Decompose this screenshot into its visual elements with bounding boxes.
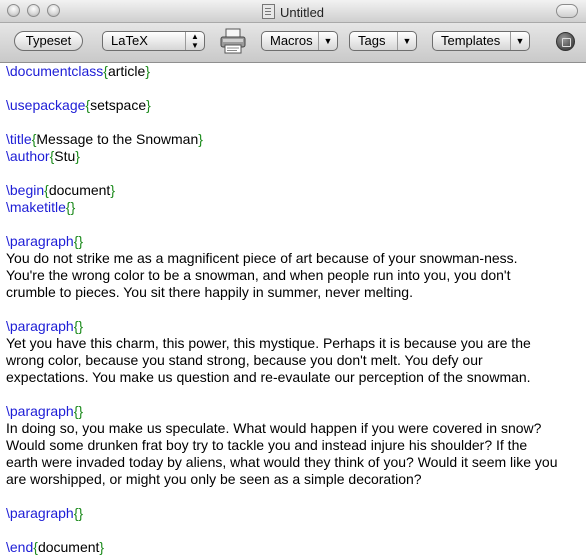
source-line: are worshipped, or might you only be see… [6,471,422,487]
macros-menu-button[interactable]: Macros ▼ [261,31,338,51]
command-argument: article [107,63,146,79]
brace: } [110,182,116,198]
source-line: \author{Stu} [6,148,80,165]
brace: } [146,97,151,113]
source-line: earth were invaded today by aliens, what… [6,454,558,470]
brace: } [75,148,80,164]
latex-command: \documentclass [6,63,104,79]
macros-label: Macros [270,33,313,48]
source-line: \paragraph{} [6,505,83,522]
source-line: \end{document} [6,539,104,556]
typeset-button[interactable]: Typeset [14,31,83,51]
command-argument: Stu [54,148,76,164]
source-text-area[interactable]: \documentclass{article} \usepackage{sets… [0,63,586,556]
source-line: You do not strike me as a magnificent pi… [6,250,518,266]
templates-label: Templates [441,33,501,48]
latex-command: \end [6,539,34,555]
title-bar: Untitled [0,0,586,23]
source-line: Yet you have this charm, this power, thi… [6,335,531,351]
tags-menu-button[interactable]: Tags ▼ [349,31,417,51]
toolbar: Typeset LaTeX ▲ ▼ Macros ▼ Tags ▼ Templat… [0,23,586,63]
source-line: \begin{document} [6,182,115,199]
print-button[interactable] [218,26,248,56]
source-line: \title{Message to the Snowman} [6,131,203,148]
command-argument: document [37,539,100,555]
source-line: \maketitle{} [6,199,75,216]
stop-typeset-button[interactable] [556,32,575,51]
latex-command: \paragraph [6,233,74,249]
templates-menu-button[interactable]: Templates ▼ [432,31,530,51]
source-line: In doing so, you make us speculate. What… [6,420,542,436]
source-line: Would some drunken frat boy try to tackl… [6,437,528,453]
source-line: \paragraph{} [6,318,83,335]
brace: } [78,403,84,419]
editor-window: Untitled Typeset LaTeX ▲ ▼ Macros ▼ Tags … [0,0,586,556]
latex-command: \paragraph [6,505,74,521]
format-select[interactable]: LaTeX ▲ ▼ [102,31,205,51]
brace: } [99,539,105,555]
latex-command: \maketitle [6,199,66,215]
source-line: \usepackage{setspace} [6,97,151,114]
brace: } [78,233,84,249]
source-line: \documentclass{article} [6,63,150,80]
source-line: \paragraph{} [6,233,83,250]
latex-command: \title [6,131,32,147]
latex-command: \usepackage [6,97,86,113]
window-title-text: Untitled [279,5,325,20]
command-argument: setspace [90,97,147,113]
latex-command: \paragraph [6,318,74,334]
chevron-down-icon: ▼ [397,32,416,50]
document-proxy-icon[interactable] [261,4,275,19]
stepper-arrows-icon: ▲ ▼ [185,32,204,50]
latex-command: \begin [6,182,45,198]
tags-label: Tags [358,33,386,48]
brace: } [145,63,151,79]
source-line: wrong color, because you stand strong, b… [6,352,483,368]
source-line: \paragraph{} [6,403,83,420]
command-argument: Message to the Snowman [36,131,199,147]
brace: } [70,199,76,215]
latex-command: \author [6,148,50,164]
latex-command: \paragraph [6,403,74,419]
brace: } [78,505,84,521]
source-line: You're the wrong color to be a snowman, … [6,267,511,283]
brace: } [78,318,84,334]
source-line: crumble to pieces. You sit there happily… [6,284,413,300]
brace: } [198,131,203,147]
chevron-down-icon: ▼ [318,32,337,50]
toolbar-toggle-button[interactable] [556,4,578,18]
window-title: Untitled [0,4,586,20]
chevron-down-icon: ▼ [510,32,529,50]
source-line: expectations. You make us question and r… [6,369,531,385]
command-argument: document [48,182,111,198]
format-select-value: LaTeX [111,33,148,48]
